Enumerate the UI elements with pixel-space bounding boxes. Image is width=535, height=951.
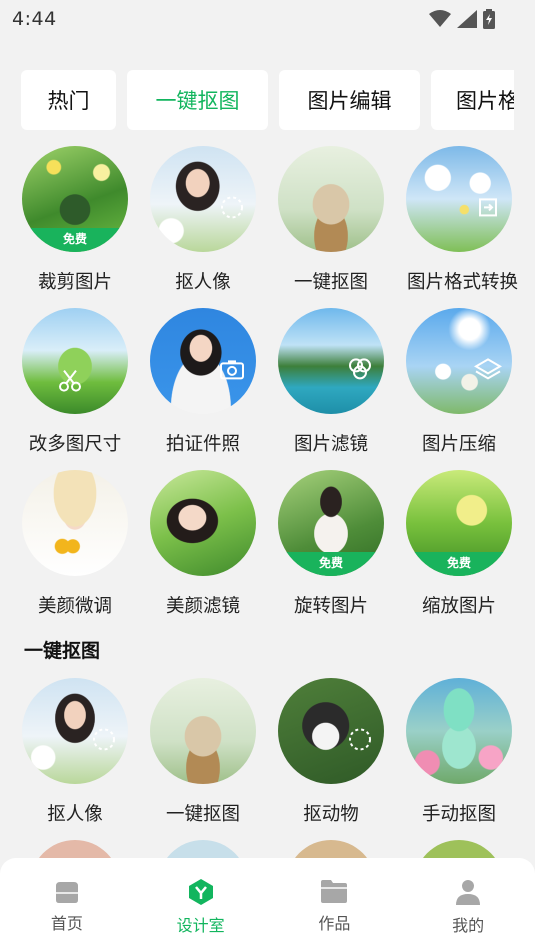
- home-icon: [55, 882, 78, 903]
- one-click-cutout-thumbnail: [278, 146, 384, 252]
- peek-thumbnail: [30, 840, 120, 860]
- signal-icon: [457, 10, 477, 28]
- tools-grid-row-2: 改多图尺寸 拍证件照 图片滤镜 图片压缩: [0, 308, 535, 470]
- filter-icon: [349, 358, 371, 380]
- nav-works[interactable]: 作品: [268, 878, 401, 934]
- tool-scale-image[interactable]: 免费 缩放图片: [395, 470, 523, 632]
- design-icon: [188, 879, 213, 905]
- tool-manual-cutout[interactable]: 手动抠图: [395, 678, 523, 840]
- nav-label: 作品: [318, 914, 351, 933]
- peek-thumbnail: [158, 840, 248, 860]
- tool-label: 手动抠图: [421, 804, 496, 825]
- beauty-adjust-thumbnail: [22, 470, 128, 576]
- nav-label: 首页: [50, 914, 83, 933]
- nav-design-room[interactable]: 设计室: [134, 878, 267, 936]
- one-click-cutout-thumbnail: [150, 678, 256, 784]
- camera-icon: [220, 360, 244, 380]
- beauty-filter-thumbnail: [150, 470, 256, 576]
- tool-label: 图片格式转换: [407, 272, 519, 293]
- status-time: 4:44: [12, 8, 57, 30]
- nav-profile[interactable]: 我的: [402, 878, 535, 936]
- cutout-animal-thumbnail: [278, 678, 384, 784]
- section-title: 一键抠图: [24, 640, 101, 662]
- image-compress-thumbnail: [406, 308, 512, 414]
- cutout-tools-grid: 抠人像 一键抠图 抠动物 手动抠图: [0, 678, 535, 840]
- tool-label: 缩放图片: [421, 596, 496, 617]
- tool-label: 抠人像: [47, 804, 103, 825]
- folder-icon: [321, 880, 348, 903]
- status-icons: [429, 9, 495, 29]
- cutout-overlay-icon: [221, 196, 243, 219]
- cutout-portrait-thumbnail: [22, 678, 128, 784]
- rotate-image-thumbnail: 免费: [278, 470, 384, 576]
- tool-label: 裁剪图片: [37, 272, 112, 293]
- free-badge: 免费: [22, 228, 128, 252]
- tool-label: 拍证件照: [165, 434, 240, 455]
- batch-resize-thumbnail: [22, 308, 128, 414]
- tool-label: 一键抠图: [293, 272, 368, 293]
- tools-grid-row-3: 美颜微调 美颜滤镜 免费 旋转图片 免费 缩放图片: [0, 470, 535, 632]
- tab-hot[interactable]: 热门: [21, 70, 116, 130]
- cutout-portrait-thumbnail: [150, 146, 256, 252]
- tool-label: 抠人像: [175, 272, 231, 293]
- cutout-overlay-icon: [93, 728, 115, 751]
- tab-image-format[interactable]: 图片格: [431, 70, 514, 130]
- tool-label: 抠动物: [303, 804, 359, 825]
- layers-icon: [474, 358, 502, 380]
- tool-image-compress[interactable]: 图片压缩: [395, 308, 523, 470]
- tool-batch-resize[interactable]: 改多图尺寸: [11, 308, 139, 470]
- tool-image-format-convert[interactable]: 图片格式转换: [395, 146, 523, 308]
- image-filter-thumbnail: [278, 308, 384, 414]
- free-badge: 免费: [278, 552, 384, 576]
- peek-thumbnail: [286, 840, 376, 860]
- tools-grid: 免费 裁剪图片 抠人像 一键抠图 图片格式转换: [0, 146, 535, 308]
- tool-label: 美颜滤镜: [165, 596, 240, 617]
- tool-label: 图片压缩: [421, 434, 496, 455]
- status-bar: 4:44: [0, 0, 535, 38]
- tool-image-filter[interactable]: 图片滤镜: [267, 308, 395, 470]
- tab-image-edit[interactable]: 图片编辑: [279, 70, 420, 130]
- tool-label: 美颜微调: [37, 596, 112, 617]
- tool-label: 旋转图片: [293, 596, 368, 617]
- scissors-icon: [59, 369, 81, 392]
- nav-label: 我的: [452, 916, 485, 935]
- tool-id-photo[interactable]: 拍证件照: [139, 308, 267, 470]
- tool-cutout-animal[interactable]: 抠动物: [267, 678, 395, 840]
- tool-cutout-portrait-2[interactable]: 抠人像: [11, 678, 139, 840]
- next-row-peek: [0, 840, 535, 860]
- person-icon: [456, 880, 481, 905]
- manual-cutout-thumbnail: [406, 678, 512, 784]
- image-format-thumbnail: [406, 146, 512, 252]
- nav-home[interactable]: 首页: [0, 878, 133, 934]
- tool-label: 一键抠图: [165, 804, 240, 825]
- convert-overlay-icon: [479, 198, 497, 217]
- tab-one-click-cutout[interactable]: 一键抠图: [127, 70, 268, 130]
- tool-cutout-portrait[interactable]: 抠人像: [139, 146, 267, 308]
- battery-icon: [483, 9, 495, 29]
- crop-image-thumbnail: 免费: [22, 146, 128, 252]
- peek-thumbnail: [414, 840, 504, 860]
- wifi-icon: [429, 10, 451, 27]
- tool-rotate-image[interactable]: 免费 旋转图片: [267, 470, 395, 632]
- id-photo-thumbnail: [150, 308, 256, 414]
- nav-label: 设计室: [176, 916, 225, 935]
- scale-image-thumbnail: 免费: [406, 470, 512, 576]
- tool-one-click-cutout-2[interactable]: 一键抠图: [139, 678, 267, 840]
- free-badge: 免费: [406, 552, 512, 576]
- tool-beauty-filter[interactable]: 美颜滤镜: [139, 470, 267, 632]
- tool-beauty-adjust[interactable]: 美颜微调: [11, 470, 139, 632]
- bottom-nav: 首页 设计室 作品 我的: [0, 858, 535, 951]
- tool-label: 改多图尺寸: [28, 434, 122, 455]
- tool-one-click-cutout[interactable]: 一键抠图: [267, 146, 395, 308]
- tool-crop-image[interactable]: 免费 裁剪图片: [11, 146, 139, 308]
- tool-label: 图片滤镜: [293, 434, 368, 455]
- category-tabs: 热门 一键抠图 图片编辑 图片格: [21, 70, 514, 130]
- cutout-overlay-icon: [349, 728, 371, 751]
